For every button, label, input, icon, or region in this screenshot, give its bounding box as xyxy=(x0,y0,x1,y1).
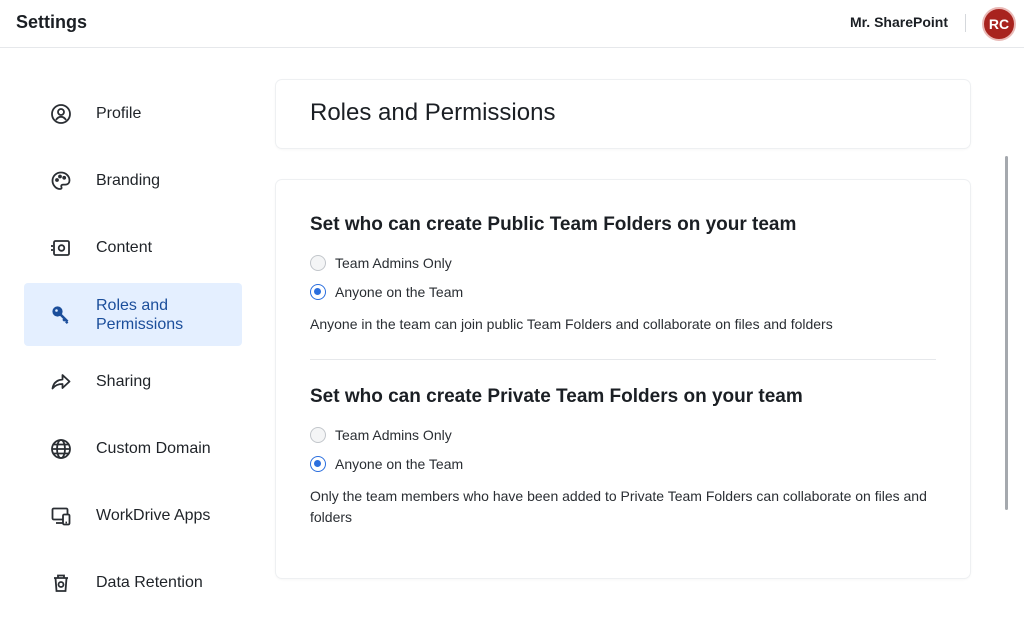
page-title: Roles and Permissions xyxy=(310,99,556,126)
radio-label: Team Admins Only xyxy=(335,254,452,271)
radio-label: Anyone on the Team xyxy=(335,283,464,300)
section-heading: Set who can create Private Team Folders … xyxy=(310,386,803,407)
radio-label: Anyone on the Team xyxy=(335,455,464,472)
user-name[interactable]: Mr. SharePoint xyxy=(850,14,948,30)
public-folders-section: Set who can create Public Team Folders o… xyxy=(310,214,936,335)
radio-label: Team Admins Only xyxy=(335,426,452,443)
radio-button[interactable] xyxy=(310,426,326,443)
sidebar-item-roles-and-permissions[interactable]: Roles and Permissions xyxy=(24,283,242,346)
private-option-anyone[interactable]: Anyone on the Team xyxy=(310,449,936,478)
top-bar: Settings Mr. SharePoint RC xyxy=(0,0,1024,48)
sidebar-item-branding[interactable]: Branding xyxy=(24,149,242,212)
globe-icon xyxy=(50,438,72,460)
sidebar-item-label: Profile xyxy=(96,105,142,122)
section-heading: Set who can create Public Team Folders o… xyxy=(310,214,797,235)
sidebar-item-label: Custom Domain xyxy=(96,440,211,457)
sidebar-item-profile[interactable]: Profile xyxy=(24,82,242,145)
avatar[interactable]: RC xyxy=(982,7,1016,41)
sidebar-item-sharing[interactable]: Sharing xyxy=(24,350,242,413)
section-divider xyxy=(310,359,936,360)
radio-button[interactable] xyxy=(310,254,326,271)
sidebar-item-label: Sharing xyxy=(96,373,152,390)
content-icon xyxy=(50,237,72,259)
trash-icon xyxy=(50,572,72,594)
key-icon xyxy=(50,304,72,326)
sidebar-item-label: Roles and Permissions xyxy=(96,296,184,333)
share-icon xyxy=(50,371,72,393)
profile-icon xyxy=(50,103,72,125)
sidebar-item-label: Content xyxy=(96,239,153,256)
sidebar-item-data-retention[interactable]: Data Retention xyxy=(24,551,242,614)
sidebar-item-custom-domain[interactable]: Custom Domain xyxy=(24,417,242,480)
palette-icon xyxy=(50,170,72,192)
title-card: Roles and Permissions xyxy=(276,80,970,148)
help-text: Anyone in the team can join public Team … xyxy=(310,316,833,332)
devices-icon xyxy=(50,505,72,527)
header-divider xyxy=(965,14,966,32)
permissions-card: Set who can create Public Team Folders o… xyxy=(276,180,970,578)
app-title: Settings xyxy=(16,12,88,32)
help-text: Only the team members who have been adde… xyxy=(310,488,927,525)
radio-button-checked[interactable] xyxy=(310,455,326,472)
sidebar-item-label: Branding xyxy=(96,172,161,189)
radio-button-checked[interactable] xyxy=(310,283,326,300)
public-option-anyone[interactable]: Anyone on the Team xyxy=(310,277,936,306)
sidebar-item-workdrive-apps[interactable]: WorkDrive Apps xyxy=(24,484,242,547)
private-option-admins-only[interactable]: Team Admins Only xyxy=(310,420,936,449)
sidebar-item-label: Data Retention xyxy=(96,574,203,591)
sidebar-item-label: WorkDrive Apps xyxy=(96,507,211,524)
sidebar: Profile Branding Content Roles and Permi… xyxy=(24,82,242,618)
public-option-admins-only[interactable]: Team Admins Only xyxy=(310,248,936,277)
sidebar-item-content[interactable]: Content xyxy=(24,216,242,279)
scrollbar[interactable] xyxy=(1005,156,1008,510)
private-folders-section: Set who can create Private Team Folders … xyxy=(310,386,936,528)
